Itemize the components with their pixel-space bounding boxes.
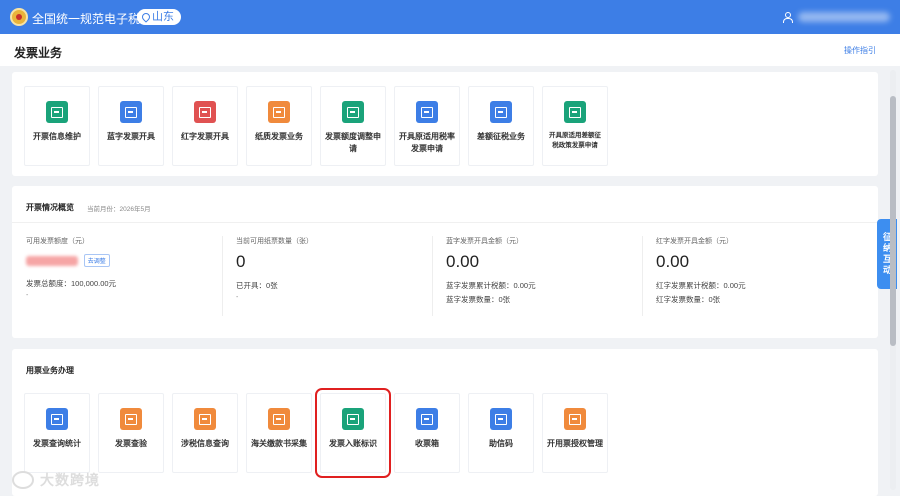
tile-label: 蓝字发票开具 bbox=[107, 132, 155, 141]
stat-label: 蓝字发票开具金额（元） bbox=[446, 238, 523, 245]
stat-blue-invoice-amount: 蓝字发票开具金额（元） 0.00 蓝字发票累计税额：0.00元 蓝字发票数量：0… bbox=[446, 236, 646, 306]
divider bbox=[432, 236, 433, 316]
divider bbox=[12, 222, 878, 223]
tile-label: 发票查验 bbox=[115, 439, 147, 448]
tile-invoice-inbox[interactable]: 收票箱 bbox=[394, 393, 460, 473]
red-tax-total: 红字发票累计税额：0.00元 bbox=[656, 281, 746, 290]
mail-icon bbox=[416, 408, 438, 430]
divider bbox=[222, 236, 223, 316]
invoicing-overview-card: 开票情况概览 当前月份：2026年5月 可用发票额度（元） 去调整 发票总额度：… bbox=[12, 186, 878, 338]
stat-value: 0 bbox=[236, 252, 246, 271]
tile-invoice-query-stats[interactable]: 发票查询统计 bbox=[24, 393, 90, 473]
stat-red-invoice-amount: 红字发票开具金额（元） 0.00 红字发票累计税额：0.00元 红字发票数量：0… bbox=[656, 236, 856, 306]
red-invoice-count: 红字发票数量：0张 bbox=[656, 295, 721, 304]
stat-label: 红字发票开具金额（元） bbox=[656, 238, 733, 245]
tile-label: 发票查询统计 bbox=[33, 439, 81, 448]
search-icon bbox=[194, 408, 216, 430]
blue-tax-total: 蓝字发票累计税额：0.00元 bbox=[446, 281, 536, 290]
doc-icon bbox=[490, 101, 512, 123]
tile-customs-payment[interactable]: 海关缴款书采集 bbox=[246, 393, 312, 473]
issued-count: 已开具：0张 bbox=[236, 281, 278, 290]
blue-invoice-count: 蓝字发票数量：0张 bbox=[446, 295, 511, 304]
tile-authorization-manage[interactable]: 开用票授权管理 bbox=[542, 393, 608, 473]
stat-value: 0.00 bbox=[656, 252, 690, 271]
stat-label: 当前可用纸票数量（张） bbox=[236, 238, 313, 245]
tile-label: 开用票授权管理 bbox=[547, 439, 603, 448]
tile-paper-invoice[interactable]: 纸质发票业务 bbox=[246, 86, 312, 166]
quota-amount-blurred bbox=[26, 255, 78, 266]
section-title: 用票业务办理 bbox=[26, 366, 74, 375]
stat-available-quota: 可用发票额度（元） 去调整 发票总额度：100,000.00元 - bbox=[26, 236, 226, 299]
ledger-icon bbox=[342, 408, 364, 430]
total-quota: 发票总额度：100,000.00元 bbox=[26, 279, 117, 288]
page-title: 发票业务 bbox=[14, 46, 63, 60]
stat-label: 可用发票额度（元） bbox=[26, 238, 89, 245]
auth-icon bbox=[564, 408, 586, 430]
divider bbox=[642, 236, 643, 316]
tile-differential-tax[interactable]: 差额征税业务 bbox=[468, 86, 534, 166]
tile-label: 差额征税业务 bbox=[477, 132, 525, 141]
tile-blue-invoice-issue[interactable]: 蓝字发票开具 bbox=[98, 86, 164, 166]
search-icon bbox=[46, 408, 68, 430]
tile-original-differential-apply[interactable]: 开具原适用差额征税政策发票申请 bbox=[542, 86, 608, 166]
stat-dash: - bbox=[236, 294, 239, 301]
tile-credit-code[interactable]: 助信码 bbox=[468, 393, 534, 473]
tax-emblem-icon bbox=[10, 8, 28, 26]
tile-label: 助信码 bbox=[489, 439, 513, 448]
user-icon[interactable] bbox=[782, 12, 793, 23]
tile-label: 发票额度调整申请 bbox=[325, 132, 381, 153]
verify-icon bbox=[120, 408, 142, 430]
invoice-icon bbox=[120, 101, 142, 123]
watermark-text: 大数跨境 bbox=[40, 472, 100, 488]
current-month: 当前月份：2026年5月 bbox=[87, 206, 151, 213]
watermark-logo-icon bbox=[12, 471, 34, 489]
tile-red-invoice-issue[interactable]: 红字发票开具 bbox=[172, 86, 238, 166]
user-name-blurred[interactable] bbox=[798, 12, 890, 22]
adjust-quota-button[interactable]: 去调整 bbox=[83, 254, 110, 267]
page-header: 发票业务 操作指引 bbox=[0, 34, 900, 66]
tile-tax-info-query[interactable]: 涉税信息查询 bbox=[172, 393, 238, 473]
doc-icon bbox=[564, 101, 586, 123]
tile-label: 海关缴款书采集 bbox=[251, 439, 307, 448]
doc-icon bbox=[416, 101, 438, 123]
operation-guide-link[interactable]: 操作指引 bbox=[844, 45, 876, 56]
customs-icon bbox=[268, 408, 290, 430]
tile-label: 收票箱 bbox=[415, 439, 439, 448]
location-pin-icon bbox=[140, 11, 152, 23]
edit-icon bbox=[46, 101, 68, 123]
stat-dash: - bbox=[26, 292, 29, 299]
stat-value: 0.00 bbox=[446, 252, 480, 271]
tile-invoice-info-maintain[interactable]: 开票信息维护 bbox=[24, 86, 90, 166]
watermark: 大数跨境 bbox=[12, 470, 100, 490]
top-bar: 全国统一规范电子税务局 山东 bbox=[0, 0, 900, 34]
qrcode-icon bbox=[490, 408, 512, 430]
tile-label: 纸质发票业务 bbox=[255, 132, 303, 141]
invoice-usage-card: 用票业务办理 发票查询统计 发票查验 涉税信息查询 海关缴款书采集 发票入账标识… bbox=[12, 349, 878, 496]
tile-label: 开具原适用差额征税政策发票申请 bbox=[549, 132, 601, 149]
tile-invoice-ledger-mark[interactable]: 发票入账标识 bbox=[315, 388, 391, 478]
region-selector[interactable]: 山东 bbox=[137, 9, 181, 25]
paper-icon bbox=[268, 101, 290, 123]
invoice-operations-card: 开票信息维护 蓝字发票开具 红字发票开具 纸质发票业务 发票额度调整申请 开具原… bbox=[12, 72, 878, 176]
invoice-icon bbox=[194, 101, 216, 123]
tile-label: 开票信息维护 bbox=[33, 132, 81, 141]
scrollbar-thumb[interactable] bbox=[890, 96, 896, 346]
tile-label: 红字发票开具 bbox=[181, 132, 229, 141]
tile-invoice-verify[interactable]: 发票查验 bbox=[98, 393, 164, 473]
tile-original-rate-apply[interactable]: 开具原适用税率发票申请 bbox=[394, 86, 460, 166]
edit-icon bbox=[342, 101, 364, 123]
stat-paper-invoice-count: 当前可用纸票数量（张） 0 已开具：0张 - bbox=[236, 236, 436, 301]
region-label: 山东 bbox=[152, 11, 174, 23]
tile-label: 开具原适用税率发票申请 bbox=[399, 132, 455, 153]
tile-label: 发票入账标识 bbox=[329, 439, 377, 448]
tile-label: 涉税信息查询 bbox=[181, 439, 229, 448]
tile-quota-adjust[interactable]: 发票额度调整申请 bbox=[320, 86, 386, 166]
section-title: 开票情况概览 bbox=[26, 203, 74, 212]
